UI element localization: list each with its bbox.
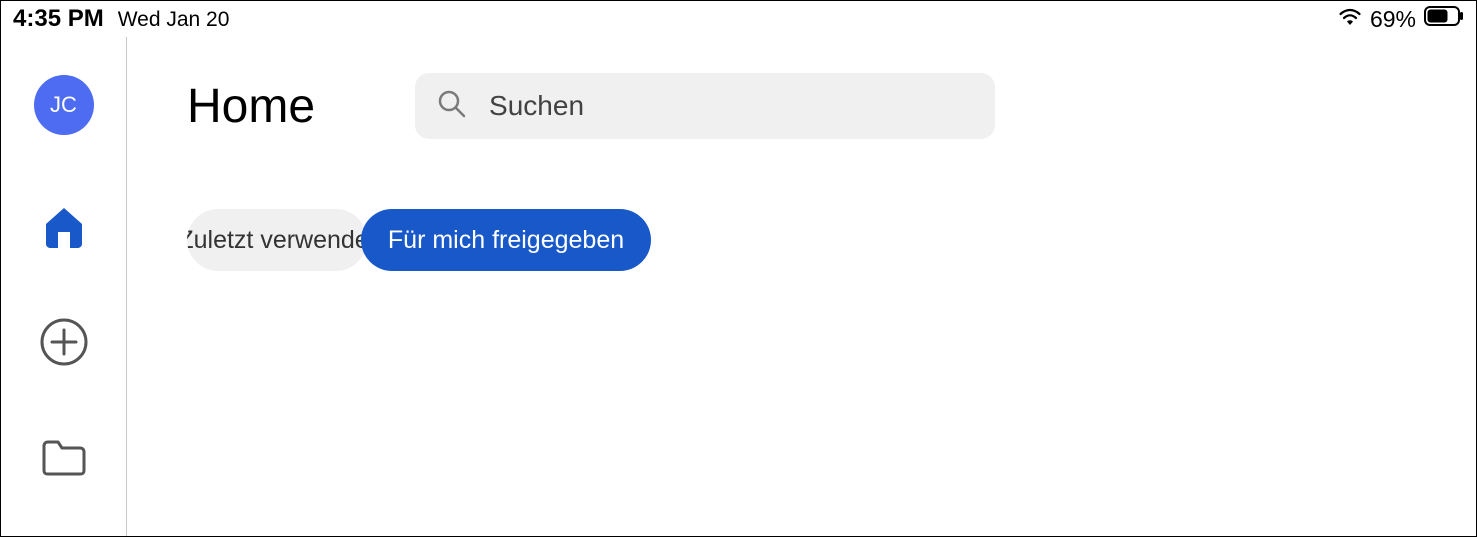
battery-percent: 69% xyxy=(1370,6,1416,33)
wifi-icon xyxy=(1338,6,1362,32)
folder-icon[interactable] xyxy=(39,433,89,483)
page-title: Home xyxy=(187,79,315,134)
avatar-initials: JC xyxy=(50,92,77,118)
status-bar: 4:35 PM Wed Jan 20 69% xyxy=(1,1,1476,37)
status-left: 4:35 PM Wed Jan 20 xyxy=(13,5,229,33)
tab-shared-label: Für mich freigegeben xyxy=(388,226,624,255)
main-content: Home Zuletzt verwendet Für mich freigege… xyxy=(127,37,1476,536)
avatar[interactable]: JC xyxy=(34,75,94,135)
tab-shared-with-me[interactable]: Für mich freigegeben xyxy=(361,209,651,271)
status-right: 69% xyxy=(1338,6,1464,33)
status-date: Wed Jan 20 xyxy=(118,8,230,32)
home-icon[interactable] xyxy=(39,201,89,251)
add-icon[interactable] xyxy=(39,317,89,367)
header-row: Home xyxy=(187,73,1436,139)
search-box[interactable] xyxy=(415,73,995,139)
search-icon xyxy=(437,89,467,124)
tabs: Zuletzt verwendet Für mich freigegeben xyxy=(187,209,1436,271)
tab-recent-label: Zuletzt verwendet xyxy=(187,226,367,255)
sidebar: JC xyxy=(1,37,127,536)
search-input[interactable] xyxy=(489,90,973,122)
battery-icon xyxy=(1424,6,1464,32)
status-time: 4:35 PM xyxy=(13,5,104,33)
tab-recent[interactable]: Zuletzt verwendet xyxy=(187,209,367,271)
